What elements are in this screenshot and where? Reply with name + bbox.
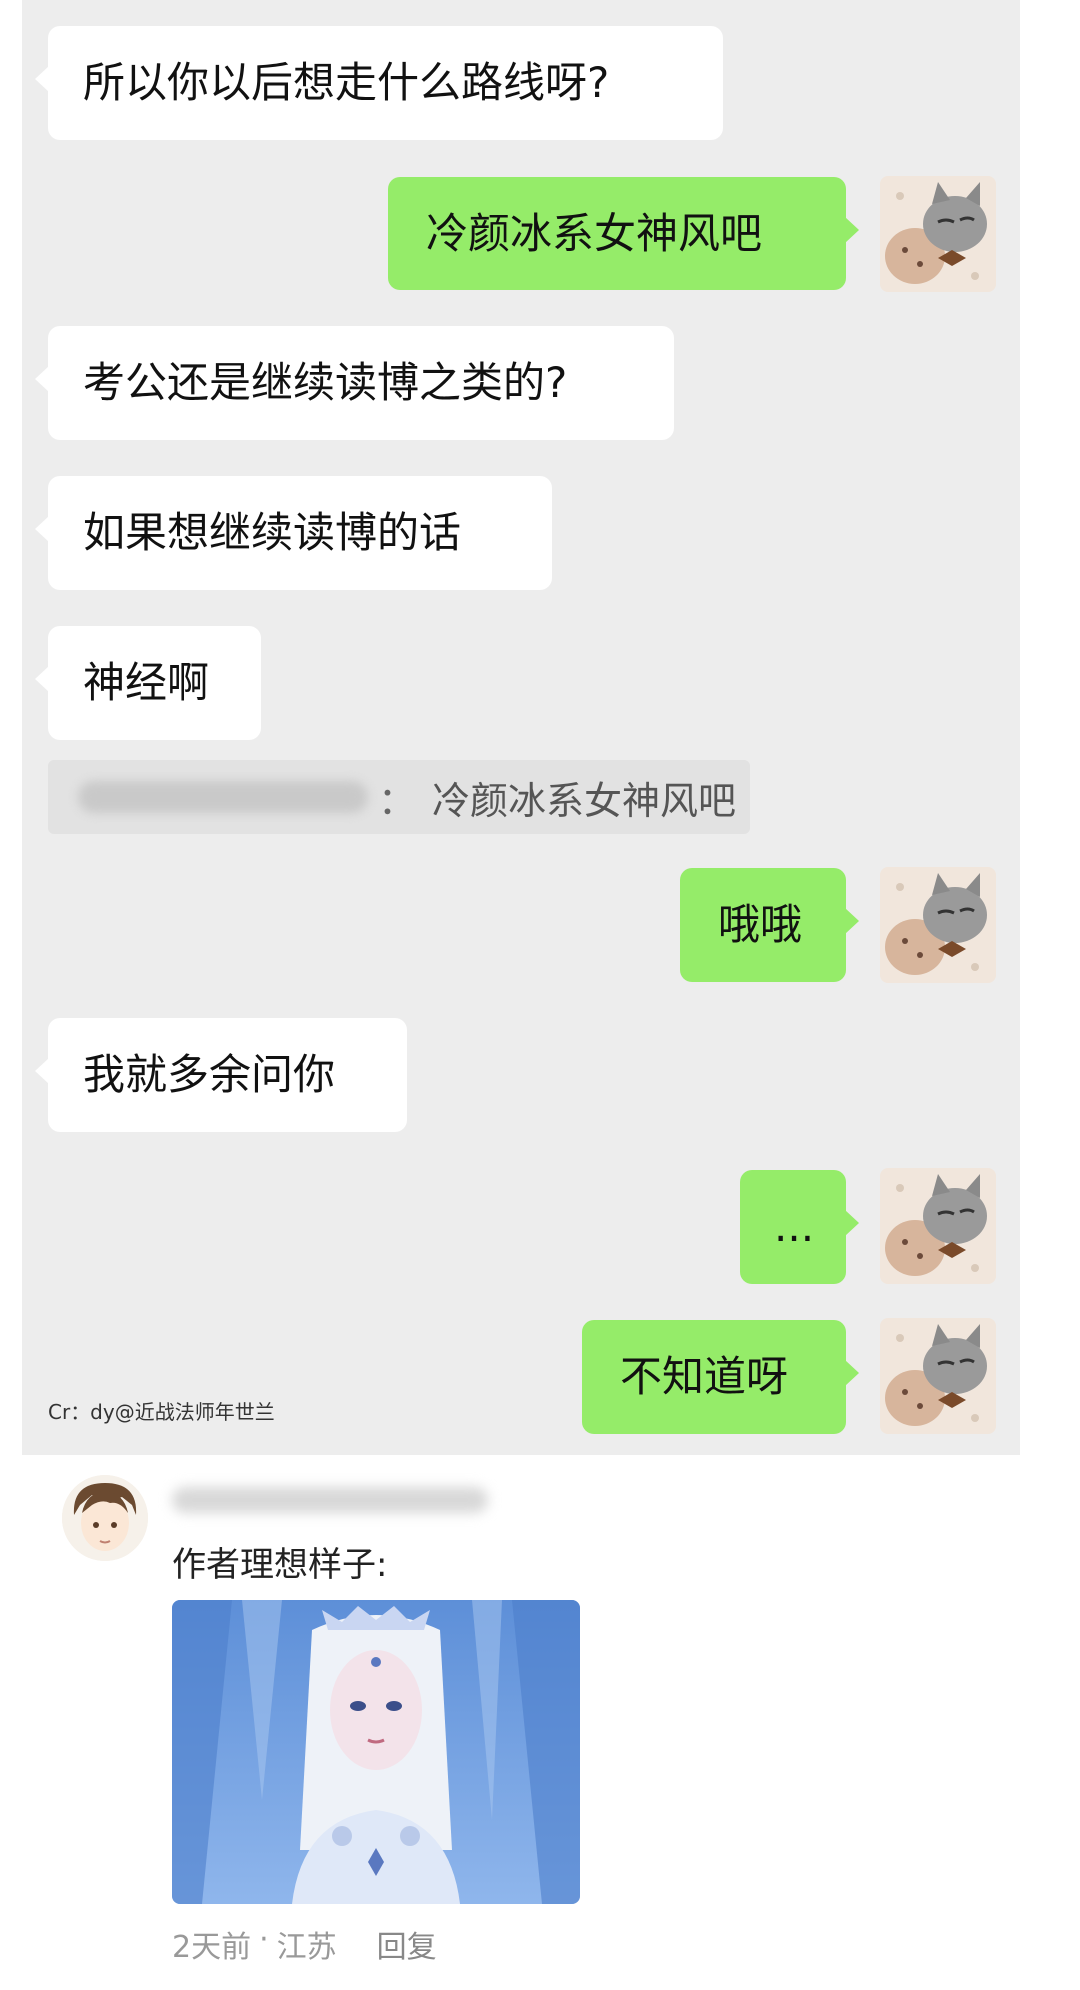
message-text: 我就多余问你 (83, 1050, 336, 1099)
cat-avatar-image (880, 1318, 996, 1434)
meta-separator: · (259, 1922, 269, 1957)
cat-avatar[interactable] (880, 1168, 996, 1284)
message-text: ... (774, 1202, 815, 1251)
commenter-avatar[interactable] (62, 1475, 148, 1561)
comment-meta: 2天前 · 江苏 回复 (172, 1922, 437, 1966)
cat-avatar[interactable] (880, 176, 996, 292)
comment-time: 2天前 (172, 1930, 252, 1965)
message-text: 不知道呀 (620, 1352, 789, 1401)
comment-location: 江苏 (276, 1930, 337, 1965)
comment-text: 作者理想样子: (172, 1545, 388, 1585)
quote-separator: ： (378, 778, 417, 823)
message-bubble-received[interactable]: 我就多余问你 (35, 1018, 407, 1132)
message-text: 冷颜冰系女神风吧 (426, 208, 763, 258)
message-bubble-sent[interactable]: 哦哦 (680, 868, 859, 982)
blurred-commenter-name[interactable] (172, 1487, 488, 1513)
ice-queen-image (172, 1600, 580, 1904)
credit-watermark: Cr：dy@近战法师年世兰 (48, 1400, 275, 1424)
message-text: 神经啊 (83, 658, 210, 707)
message-bubble-sent[interactable]: 不知道呀 (582, 1320, 859, 1434)
anime-boy-avatar-image (62, 1475, 148, 1561)
reply-button[interactable]: 回复 (377, 1922, 437, 1966)
cat-avatar-image (880, 867, 996, 983)
blurred-sender-name (78, 781, 368, 813)
cat-avatar-image (880, 1168, 996, 1284)
message-bubble-received[interactable]: 神经啊 (35, 626, 261, 740)
cat-avatar[interactable] (880, 867, 996, 983)
message-bubble-received[interactable]: 如果想继续读博的话 (35, 476, 552, 590)
quote-text: 冷颜冰系女神风吧 (432, 778, 737, 823)
message-bubble-received[interactable]: 所以你以后想走什么路线呀? (35, 26, 723, 140)
message-bubble-sent[interactable]: ... (740, 1170, 859, 1284)
quoted-message[interactable]: ： 冷颜冰系女神风吧 (48, 760, 750, 834)
message-text: 考公还是继续读博之类的? (83, 358, 568, 407)
message-text: 如果想继续读博的话 (83, 508, 462, 557)
message-text: 哦哦 (718, 900, 803, 949)
message-text: 所以你以后想走什么路线呀? (83, 58, 610, 107)
cat-avatar-image (880, 176, 996, 292)
message-bubble-sent[interactable]: 冷颜冰系女神风吧 (388, 177, 859, 290)
comment-image[interactable] (172, 1600, 580, 1904)
cat-avatar[interactable] (880, 1318, 996, 1434)
message-bubble-received[interactable]: 考公还是继续读博之类的? (35, 326, 674, 440)
